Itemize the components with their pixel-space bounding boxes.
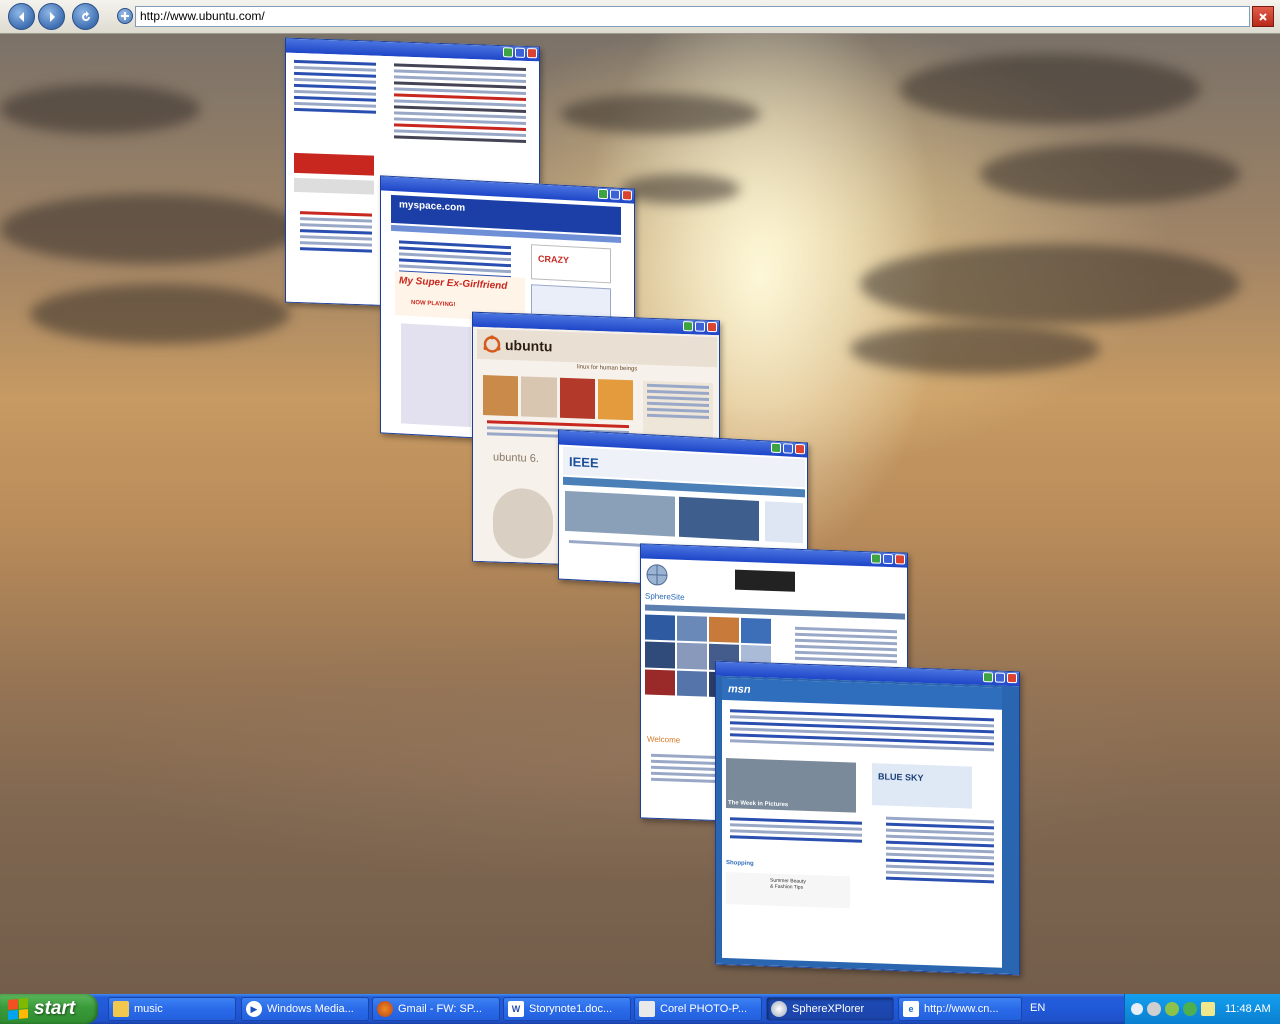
taskbar-item-label: Windows Media... <box>267 1003 354 1015</box>
photo <box>493 487 553 560</box>
banner <box>679 496 759 541</box>
minimize-button[interactable] <box>871 553 881 564</box>
ieee-logo: IEEE <box>569 453 599 471</box>
maximize-button[interactable] <box>515 47 525 58</box>
spheresite-logo-area: SphereSite <box>645 562 705 604</box>
close-button[interactable] <box>1007 672 1017 684</box>
folder-icon <box>113 1001 129 1017</box>
spherexplorer-icon <box>771 1001 787 1017</box>
ubuntu-logo-icon <box>483 335 501 353</box>
taskbar-item-windows-media[interactable]: ▶ Windows Media... <box>241 997 369 1021</box>
windows-flag-icon <box>8 997 28 1021</box>
address-bar[interactable]: http://www.ubuntu.com/ <box>135 6 1250 27</box>
cloud <box>30 284 290 344</box>
shopping-promo: Summer Beauty & Fashion Tips <box>726 872 850 909</box>
media-player-icon: ▶ <box>246 1001 262 1017</box>
reload-icon <box>81 10 90 21</box>
photo <box>565 490 675 537</box>
globe-icon <box>646 564 668 586</box>
taskbar-item-label: Corel PHOTO-P... <box>660 1003 748 1015</box>
reload-button[interactable] <box>72 3 99 30</box>
taskbar-item-corel[interactable]: Corel PHOTO-P... <box>634 997 762 1021</box>
start-label: start <box>34 998 76 1019</box>
tray-security-icon[interactable] <box>1165 1002 1179 1016</box>
browser-toolbar: http://www.ubuntu.com/ <box>0 0 1280 34</box>
system-tray: 11:48 AM <box>1124 994 1280 1024</box>
language-indicator[interactable]: EN <box>1030 1002 1045 1014</box>
tray-expand-icon[interactable] <box>1131 1003 1143 1015</box>
minimize-button[interactable] <box>771 442 781 454</box>
tray-network-icon[interactable] <box>1201 1002 1215 1016</box>
minimize-button[interactable] <box>683 321 693 332</box>
cloud <box>0 84 200 134</box>
browser-window-msn[interactable]: msn The Week in Pictures BLUE SKY Shoppi… <box>715 660 1020 976</box>
back-arrow-icon <box>18 11 24 22</box>
taskbar-item-spherexplorer[interactable]: SphereXPlorer <box>766 997 894 1021</box>
taskbar-item-label: music <box>134 1003 163 1015</box>
cloud <box>850 324 1100 374</box>
taskbar-item-label: SphereXPlorer <box>792 1003 865 1015</box>
tray-app-icon[interactable] <box>1147 1002 1161 1016</box>
start-button[interactable]: start <box>0 994 98 1024</box>
address-go-button[interactable] <box>1252 6 1274 27</box>
photo: The Week in Pictures <box>726 758 856 813</box>
close-button[interactable] <box>707 321 717 333</box>
ubuntu-tagline: linux for human beings <box>577 364 638 373</box>
photo <box>401 323 471 428</box>
welcome-heading: Welcome <box>647 734 681 745</box>
close-button[interactable] <box>527 47 537 59</box>
feature-promo: BLUE SKY <box>872 763 972 809</box>
taskbar-item-label: Gmail - FW: SP... <box>398 1003 482 1015</box>
clock[interactable]: 11:48 AM <box>1225 1003 1271 1015</box>
maximize-button[interactable] <box>883 553 893 565</box>
back-button[interactable] <box>8 3 35 30</box>
firefox-icon <box>377 1001 393 1017</box>
minimize-button[interactable] <box>598 188 608 200</box>
tray-messenger-icon[interactable] <box>1183 1002 1197 1016</box>
taskbar-item-cnn[interactable]: e http://www.cn... <box>898 997 1022 1021</box>
spheresite-logo: SphereSite <box>645 591 685 602</box>
taskbar-item-label: Storynote1.doc... <box>529 1003 613 1015</box>
ubuntu-logo: ubuntu <box>505 336 553 355</box>
close-button[interactable] <box>895 554 905 565</box>
cloud <box>560 94 760 134</box>
close-button[interactable] <box>795 443 805 455</box>
close-icon <box>1259 12 1267 21</box>
msn-logo: msn <box>728 683 751 696</box>
ad-banner: CRAZY <box>531 244 611 284</box>
maximize-button[interactable] <box>695 321 705 332</box>
cloud <box>0 194 300 264</box>
shopping-label: Shopping <box>726 860 754 868</box>
ie-icon: e <box>903 1001 919 1017</box>
cloud <box>860 244 1240 324</box>
ad-banner <box>294 152 374 176</box>
minimize-button[interactable] <box>983 672 993 683</box>
maximize-button[interactable] <box>995 672 1005 683</box>
taskbar: start music ▶ Windows Media... Gmail - F… <box>0 994 1280 1024</box>
close-button[interactable] <box>622 190 632 201</box>
forward-button[interactable] <box>38 3 65 30</box>
corel-icon <box>639 1001 655 1017</box>
ubuntu-hero <box>483 375 633 421</box>
maximize-button[interactable] <box>610 189 620 200</box>
taskbar-item-gmail[interactable]: Gmail - FW: SP... <box>372 997 500 1021</box>
cloud <box>980 144 1240 204</box>
word-icon: W <box>508 1001 524 1017</box>
cloud <box>620 174 740 204</box>
taskbar-item-label: http://www.cn... <box>924 1003 999 1015</box>
maximize-button[interactable] <box>783 443 793 454</box>
taskbar-item-storynote[interactable]: W Storynote1.doc... <box>503 997 631 1021</box>
new-tab-button[interactable] <box>117 8 133 24</box>
cloud <box>900 54 1200 124</box>
ubuntu-header: ubuntu <box>477 328 717 368</box>
plus-icon <box>121 12 129 20</box>
feature-caption: The Week in Pictures <box>728 800 789 809</box>
taskbar-item-music[interactable]: music <box>108 997 236 1021</box>
page-content-msn: msn The Week in Pictures BLUE SKY Shoppi… <box>716 675 1019 975</box>
minimize-button[interactable] <box>503 47 513 58</box>
forward-arrow-icon <box>49 11 55 22</box>
